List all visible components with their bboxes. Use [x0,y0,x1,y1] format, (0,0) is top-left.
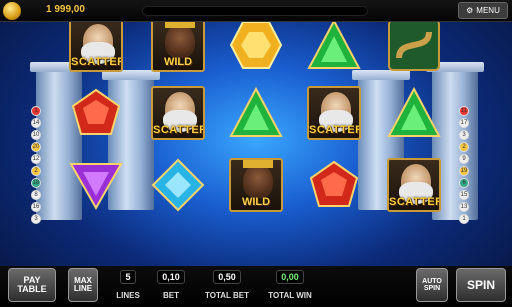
diamond-gem-icon [151,158,205,212]
total-win-value: 0,00 [276,269,304,284]
reel-symbol-scatter: SCATTER [66,16,126,74]
emerald-gem-icon [307,18,361,72]
total-win-panel: 0,00 TOTAL WIN [260,266,320,304]
scatter-card: SCATTER [69,18,123,72]
bet-value: 0,10 [157,269,185,284]
emerald-gem-icon [229,86,283,140]
payline-indicator[interactable]: 1 [31,106,41,116]
payline-indicator[interactable]: 3 [459,130,469,140]
reel-area[interactable]: SCATTER WILD SCATTER WILD SCATTER SCATTER [58,18,456,266]
payline-indicator[interactable]: 6 [459,178,469,188]
topaz-gem-icon [229,18,283,72]
payline-indicator[interactable]: 2 [31,166,41,176]
total-bet-panel: 0,50 TOTAL BET [198,266,256,304]
payline-indicator[interactable]: 10 [31,130,41,140]
reel-symbol-scatter: SCATTER [384,156,444,214]
ruby-gem-icon [69,86,123,140]
reel-symbol-ruby [304,156,364,214]
menu-label: MENU [476,6,500,15]
message-bar [142,6,368,16]
payline-indicator[interactable]: 2 [459,142,469,152]
payline-indicator[interactable]: 17 [459,118,469,128]
spin-button[interactable]: SPIN [456,268,506,302]
emerald-gem-icon [387,86,441,140]
purple-gem-icon [69,158,123,212]
lines-value: 5 [120,269,136,284]
reel-symbol-wild: WILD [226,156,286,214]
bet-panel[interactable]: 0,10 BET [150,266,192,304]
wild-card: WILD [151,18,205,72]
coin-icon [3,2,21,20]
payline-indicator[interactable]: 20 [31,142,41,152]
hero-portrait [243,164,273,198]
reel-symbol-scatter: SCATTER [148,84,208,142]
scatter-card: SCATTER [307,86,361,140]
reel-symbol-scatter: SCATTER [304,84,364,142]
gear-icon: ⚙ [466,6,474,15]
payline-indicator[interactable]: 18 [31,178,41,188]
scatter-label: SCATTER [309,124,361,136]
payline-indicator[interactable]: 13 [459,202,469,212]
crown-icon [243,160,273,168]
payline-indicator[interactable]: 12 [31,154,41,164]
reel-symbol-ruby [66,84,126,142]
max-line-button[interactable]: MAX LINE [68,268,98,302]
reel-symbol-emerald [384,84,444,142]
scatter-label: SCATTER [153,124,205,136]
payline-indicator[interactable]: 16 [31,202,41,212]
pay-table-button[interactable]: PAY TABLE [8,268,56,302]
top-bar: 1 999,00 ⚙ MENU [0,0,512,22]
auto-spin-button[interactable]: AUTO SPIN [416,268,448,302]
scatter-label: SCATTER [71,56,123,68]
payline-indicator[interactable]: 3 [31,214,41,224]
payline-indicator[interactable]: 9 [459,154,469,164]
lines-caption: LINES [116,291,140,301]
payline-indicator[interactable]: 8 [31,190,41,200]
wild-label: WILD [163,56,193,68]
reel-symbol-purple [66,156,126,214]
reel-symbol-emerald [226,84,286,142]
reel-symbol-diamond [148,156,208,214]
payline-indicator[interactable]: 1 [459,214,469,224]
reel-symbol-wild: WILD [148,16,208,74]
wild-label: WILD [241,196,271,208]
payline-indicators-right: 11 17 3 2 9 19 6 15 13 1 [457,104,471,226]
total-win-caption: TOTAL WIN [268,291,312,301]
payline-indicator[interactable]: 14 [31,118,41,128]
menu-button[interactable]: ⚙ MENU [458,2,508,19]
total-bet-caption: TOTAL BET [205,291,249,301]
reel-symbol-emerald [304,16,364,74]
scatter-label: SCATTER [389,196,441,208]
wild-card: WILD [229,158,283,212]
payline-indicator[interactable]: 15 [459,190,469,200]
payline-indicator[interactable]: 11 [459,106,469,116]
lines-panel[interactable]: 5 LINES [108,266,148,304]
total-bet-value: 0,50 [213,269,241,284]
serpent-gem-icon [387,18,441,72]
reel-symbol-serpent [384,16,444,74]
scatter-card: SCATTER [151,86,205,140]
balance-amount: 1 999,00 [46,4,85,15]
hero-portrait [165,24,195,58]
reel-symbol-topaz [226,16,286,74]
payline-indicator[interactable]: 19 [459,166,469,176]
bet-caption: BET [163,291,179,301]
payline-indicators-left: 1 14 10 20 12 2 18 8 16 3 [29,104,43,226]
scatter-card: SCATTER [387,158,441,212]
ruby-gem-icon [307,158,361,212]
game-stage: SCATTER WILD SCATTER WILD SCATTER SCATTER 1 14… [0,0,512,307]
